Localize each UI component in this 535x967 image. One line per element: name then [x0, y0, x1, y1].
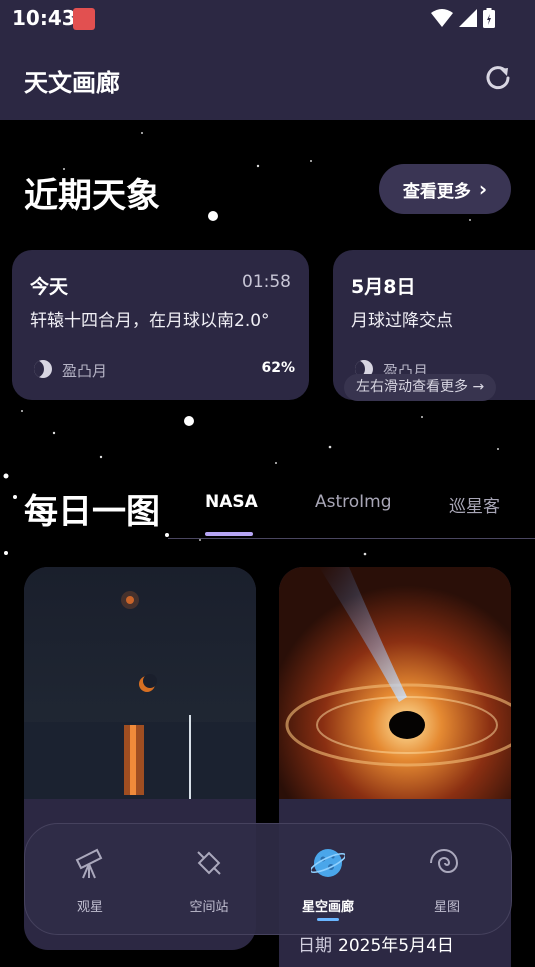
battery-icon	[483, 8, 495, 28]
event-description: 轩辕十四合月，在月球以南2.0°	[30, 311, 270, 331]
app-notification-icon	[73, 8, 95, 30]
photo-date-value: 2025年5月4日	[338, 936, 454, 956]
tab-xunxingke[interactable]: 巡星客	[449, 492, 500, 517]
tab-nasa[interactable]: NASA	[205, 492, 258, 512]
tab-indicator	[205, 532, 253, 536]
wifi-icon	[431, 9, 453, 27]
moon-phase-icon	[34, 360, 52, 378]
nav-item-star-map[interactable]: 星图	[392, 824, 502, 934]
black-hole-photo	[279, 567, 511, 799]
nav-label: 星图	[433, 900, 460, 915]
telescope-icon	[75, 848, 103, 879]
nav-label: 空间站	[189, 900, 229, 915]
moonrise-photo	[24, 567, 256, 799]
event-time: 01:58	[242, 272, 291, 292]
nav-item-gallery[interactable]: 星空画廊	[273, 824, 383, 934]
signal-icon	[459, 9, 477, 27]
galaxy-icon	[430, 849, 459, 873]
photo-date-label: 日期	[298, 936, 332, 956]
nav-label: 星空画廊	[301, 900, 354, 915]
view-more-button[interactable]: 查看更多 ›	[379, 164, 511, 214]
event-date: 5月8日	[351, 276, 416, 298]
status-time: 10:43	[12, 6, 76, 30]
upcoming-events-title: 近期天象	[24, 176, 160, 216]
tab-astroimg[interactable]: AstroImg	[315, 492, 392, 512]
event-description: 月球过降交点	[351, 311, 453, 331]
event-card[interactable]: 今天 01:58 轩辕十四合月，在月球以南2.0° 盈凸月 62%	[12, 250, 309, 400]
bottom-navigation: 观星 空间站 星空画廊 星图	[24, 823, 512, 935]
planet-icon	[311, 849, 345, 877]
nav-label: 观星	[76, 900, 103, 915]
refresh-icon[interactable]	[483, 62, 513, 92]
event-date: 今天	[30, 276, 69, 298]
nav-item-space-station[interactable]: 空间站	[154, 824, 264, 934]
moon-illumination: 62%	[261, 360, 295, 376]
view-more-label: 查看更多	[402, 181, 471, 202]
daily-image-title: 每日一图	[24, 492, 160, 532]
nav-item-stargazing[interactable]: 观星	[35, 824, 145, 934]
page-title: 天文画廊	[24, 69, 120, 97]
status-icons	[431, 8, 495, 28]
app-bar: 天文画廊	[0, 38, 535, 120]
satellite-icon	[197, 851, 221, 875]
swipe-hint: 左右滑动查看更多 →	[344, 374, 497, 401]
status-bar: 10:43	[0, 0, 535, 38]
moon-phase-label: 盈凸月	[62, 362, 108, 380]
chevron-right-icon: ›	[478, 177, 488, 201]
nav-active-indicator	[317, 918, 339, 921]
source-tabs: NASA AstroImg 巡星客	[168, 480, 535, 539]
